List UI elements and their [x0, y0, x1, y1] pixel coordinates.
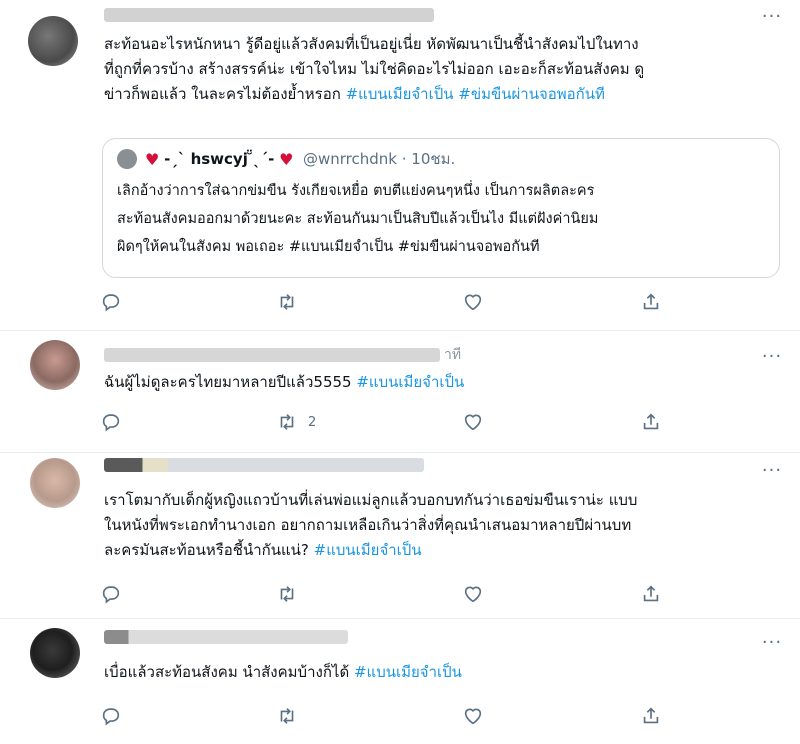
tweet-actions — [100, 582, 660, 606]
like-button[interactable] — [462, 410, 484, 434]
retweet-icon — [280, 708, 294, 724]
retweet-icon — [280, 586, 294, 602]
like-button[interactable] — [462, 290, 484, 314]
more-options-icon[interactable]: ··· — [760, 634, 784, 652]
tweet-actions — [100, 290, 660, 314]
more-options-icon[interactable]: ··· — [760, 8, 784, 26]
tweet-4[interactable]: ··· เบื่อแล้วสะท้อนสังคม นำสังคมบ้างก็ได… — [0, 618, 800, 744]
share-button[interactable] — [640, 582, 662, 606]
like-icon — [464, 586, 482, 603]
reply-icon — [102, 586, 120, 604]
tweet-2[interactable]: าที ··· ฉันผู้ไม่ดูละครไทยมาหลายปีแล้ว55… — [0, 330, 800, 453]
tweet-actions — [100, 704, 660, 728]
tweet-text: ฉันผู้ไม่ดูละครไทยมาหลายปีแล้ว5555 #แบนเ… — [104, 373, 465, 391]
hashtag-link[interactable]: #แบนเมียจำเป็น — [356, 373, 464, 391]
separator-dot: · — [401, 150, 407, 168]
avatar[interactable] — [30, 628, 80, 678]
blurred-username — [104, 348, 440, 362]
tweet-actions: 2 — [100, 410, 660, 434]
like-icon — [464, 708, 482, 725]
tweet-text: เราโตมากับเด็กผู้หญิงแถวบ้านที่เล่นพ่อแม… — [104, 491, 638, 559]
retweet-button[interactable] — [276, 290, 298, 314]
header-fragment: าที — [444, 347, 462, 363]
more-options-icon[interactable]: ··· — [760, 462, 784, 480]
hashtag-link[interactable]: #ข่มขืนผ่านจอพอกันที — [458, 85, 605, 103]
share-icon — [643, 293, 659, 310]
reply-button[interactable] — [100, 290, 122, 314]
avatar[interactable] — [117, 149, 137, 169]
quoted-timestamp[interactable]: 10ชม. — [411, 147, 455, 171]
tweet-3[interactable]: ··· เราโตมากับเด็กผู้หญิงแถวบ้านที่เล่นพ… — [0, 452, 800, 619]
retweet-icon — [280, 414, 294, 430]
avatar[interactable] — [30, 340, 80, 390]
share-button[interactable] — [640, 290, 662, 314]
reply-icon — [102, 708, 120, 726]
reply-button[interactable] — [100, 410, 122, 434]
share-button[interactable] — [640, 410, 662, 434]
avatar[interactable] — [28, 16, 78, 66]
tweet-1[interactable]: ··· สะท้อนอะไรหนักหนา รู้ดีอยู่แล้วสังคม… — [0, 0, 800, 331]
blurred-username — [104, 8, 434, 22]
like-icon — [464, 294, 482, 311]
retweet-button[interactable] — [276, 704, 298, 728]
avatar[interactable] — [30, 458, 80, 508]
retweet-button[interactable]: 2 — [276, 410, 316, 434]
tweet-text: เบื่อแล้วสะท้อนสังคม นำสังคมบ้างก็ได้ #แ… — [104, 663, 462, 681]
quoted-tweet[interactable]: ♥ -ˏˋ hswcyj ̆̈ˎˊ- ♥ @wnrrchdnk · 10ชม. … — [102, 138, 780, 278]
quoted-handle[interactable]: @wnrrchdnk — [303, 150, 397, 168]
retweet-icon — [280, 294, 294, 310]
hashtag-link[interactable]: #แบนเมียจำเป็น — [314, 541, 422, 559]
hashtag-link[interactable]: #แบนเมียจำเป็น — [354, 663, 462, 681]
retweet-button[interactable] — [276, 582, 298, 606]
like-button[interactable] — [462, 582, 484, 606]
retweet-count: 2 — [308, 414, 317, 430]
heart-emoji-icon: ♥ — [279, 149, 294, 169]
like-icon — [464, 414, 482, 431]
blurred-username — [104, 458, 424, 472]
reply-button[interactable] — [100, 704, 122, 728]
quoted-tweet-header: ♥ -ˏˋ hswcyj ̆̈ˎˊ- ♥ @wnrrchdnk · 10ชม. — [117, 147, 455, 171]
share-icon — [643, 707, 659, 724]
tweet-text: สะท้อนอะไรหนักหนา รู้ดีอยู่แล้วสังคมที่เ… — [104, 35, 645, 103]
like-button[interactable] — [462, 704, 484, 728]
blurred-username — [104, 630, 348, 644]
quoted-display-name[interactable]: -ˏˋ hswcyj ̆̈ˎˊ- — [164, 150, 274, 168]
share-icon — [643, 585, 659, 602]
share-button[interactable] — [640, 704, 662, 728]
hashtag-link[interactable]: #แบนเมียจำเป็น — [346, 85, 454, 103]
more-options-icon[interactable]: ··· — [760, 348, 784, 366]
quoted-tweet-text: เลิกอ้างว่าการใส่ฉากข่มขืน รังเกียจเหยื่… — [117, 183, 599, 255]
reply-icon — [102, 414, 120, 432]
reply-button[interactable] — [100, 582, 122, 606]
heart-emoji-icon: ♥ — [145, 149, 160, 169]
reply-icon — [102, 294, 120, 312]
share-icon — [643, 413, 659, 430]
